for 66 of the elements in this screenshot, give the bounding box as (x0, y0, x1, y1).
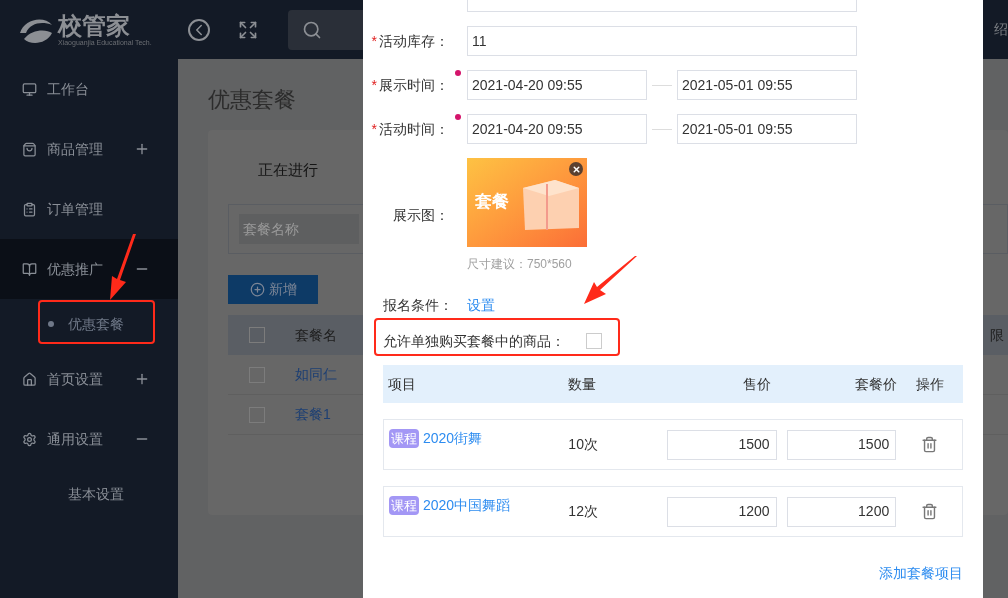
column-header: 套餐价 (854, 374, 897, 394)
input-field[interactable]: 11 (467, 26, 857, 56)
back-icon[interactable] (188, 18, 210, 41)
delete-icon[interactable] (920, 503, 938, 520)
sidebar-item[interactable]: 首页设置 (0, 349, 178, 409)
annotation-arrow (582, 256, 638, 306)
search-icon (302, 19, 322, 40)
column-header: 售价 (742, 374, 771, 394)
required-mark: * (371, 75, 377, 95)
date-field[interactable]: 2021-05-01 09:55 (677, 70, 857, 100)
column-header: 项目 (388, 374, 417, 394)
menu-icon (22, 371, 37, 387)
course-tag: 课程 (389, 495, 419, 516)
column-header: 操作 (915, 374, 945, 394)
checkbox[interactable] (249, 327, 265, 343)
sidebar-item[interactable]: 工作台 (0, 59, 178, 119)
settings-link[interactable]: 设置 (467, 295, 495, 316)
sidebar-item[interactable]: 优惠推广 (0, 239, 178, 299)
expand-icon[interactable] (134, 141, 150, 157)
column-header: 数量 (568, 374, 597, 394)
course-tag: 课程 (389, 428, 419, 449)
quantity-text: 10次 (568, 435, 599, 454)
close-icon (571, 164, 581, 174)
sidebar-subitem[interactable]: 优惠套餐 (0, 299, 178, 349)
package-price-field[interactable]: 1500 (786, 429, 897, 460)
field-label: 允许单独购买套餐中的商品： (383, 331, 565, 351)
topbar-text: 绍 (994, 20, 1008, 39)
field-label: 活动时间： (379, 119, 449, 139)
fullscreen-icon[interactable] (238, 19, 258, 40)
quantity-text: 12次 (568, 502, 599, 521)
menu-icon (22, 141, 37, 157)
new-button[interactable]: 新增 (228, 275, 318, 304)
expand-icon[interactable] (134, 371, 150, 387)
logo-text: 校管家 (58, 12, 131, 39)
field-label: 展示时间： (379, 75, 449, 95)
date-field[interactable]: 2021-05-01 09:55 (677, 114, 857, 144)
field-label: 展示图： (393, 206, 449, 225)
item-link[interactable]: 2020街舞 (423, 428, 483, 449)
column-header: 套餐名 (295, 325, 337, 345)
date-field[interactable]: 2021-04-20 09:55 (467, 70, 647, 100)
sidebar-item[interactable]: 商品管理 (0, 119, 178, 179)
package-price-field[interactable]: 1200 (786, 496, 897, 527)
sidebar-item[interactable]: 订单管理 (0, 179, 178, 239)
menu-icon (22, 261, 37, 277)
date-field[interactable]: 2021-04-20 09:55 (467, 114, 647, 144)
size-hint: 尺寸建议：750*560 (467, 256, 573, 273)
required-mark: * (371, 31, 377, 51)
column-header: 限 (990, 325, 1004, 345)
menu-icon (22, 431, 37, 447)
menu-icon (22, 81, 37, 97)
delete-icon[interactable] (920, 436, 938, 453)
sidebar-item[interactable]: 通用设置 (0, 409, 178, 469)
plus-icon (249, 282, 265, 297)
field-label: 活动库存： (379, 31, 449, 51)
field-label: 报名条件： (383, 296, 454, 315)
price-field[interactable]: 1500 (667, 429, 777, 460)
menu-icon (22, 201, 37, 217)
checkbox[interactable] (586, 333, 602, 349)
image-caption: 套餐 (475, 190, 509, 213)
item-link[interactable]: 2020中国舞蹈 (423, 495, 511, 516)
price-field[interactable]: 1200 (667, 496, 777, 527)
remove-image-button[interactable] (569, 162, 583, 176)
required-mark: * (371, 119, 377, 139)
add-item-link[interactable]: 添加套餐项目 (879, 563, 963, 584)
status-tab[interactable]: 正在进行 (258, 161, 318, 178)
sidebar-subitem[interactable]: 基本设置 (0, 469, 178, 519)
